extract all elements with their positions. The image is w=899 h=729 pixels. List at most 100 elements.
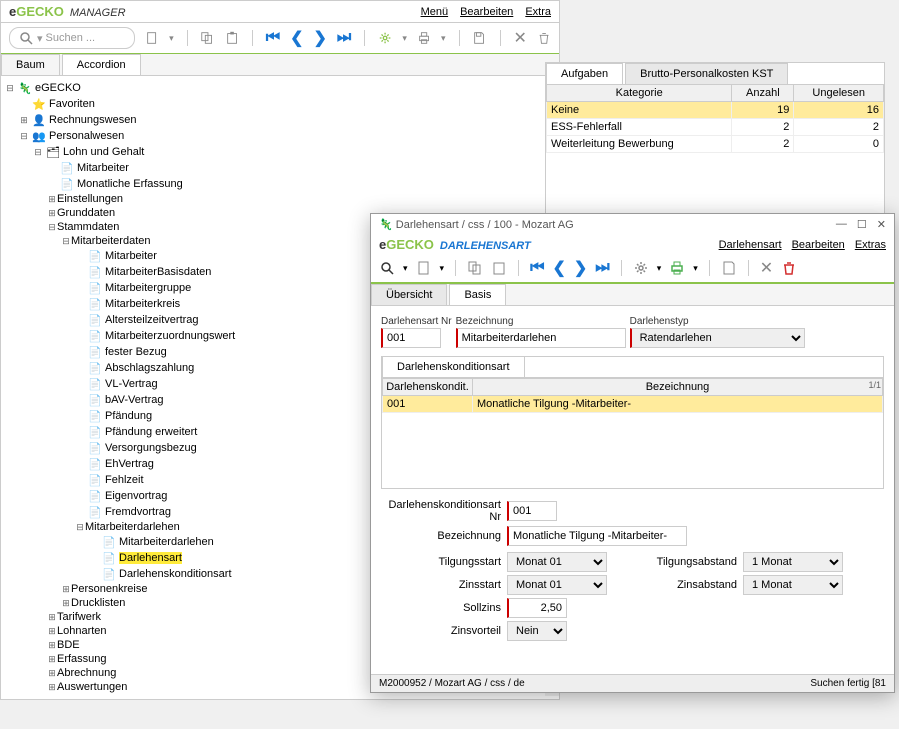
tree-node[interactable]: ⊟🗂Lohn und Gehalt	[5, 144, 555, 160]
print-icon[interactable]	[417, 30, 431, 46]
menu-item[interactable]: Bearbeiten	[460, 6, 513, 18]
field-label: Zinsstart	[381, 579, 501, 591]
print-icon[interactable]	[669, 260, 685, 276]
search-icon	[18, 30, 34, 46]
col-header[interactable]: Kategorie	[547, 85, 732, 102]
tree-node[interactable]: ⊞Einstellungen	[5, 192, 555, 206]
save-icon[interactable]	[721, 260, 737, 276]
bezeichnung-input[interactable]	[456, 328, 626, 348]
new-document-icon[interactable]	[416, 260, 432, 276]
nav-prev-icon[interactable]: ❮	[290, 28, 303, 48]
tab-uebersicht[interactable]: Übersicht	[371, 284, 447, 305]
tab-brutto[interactable]: Brutto-Personalkosten KST	[625, 63, 788, 84]
table-row[interactable]: ESS-Fehlerfall22	[547, 119, 884, 136]
doc-icon: 📄	[88, 441, 102, 455]
table-row[interactable]: Keine1916	[547, 102, 884, 119]
doc-icon: 📄	[102, 567, 116, 581]
tilgungsabstand-select[interactable]: 1 Monat	[743, 552, 843, 572]
tree-node[interactable]: 📄Mitarbeiter	[5, 160, 555, 176]
zinsabstand-select[interactable]: 1 Monat	[743, 575, 843, 595]
search-icon[interactable]	[379, 260, 395, 276]
tab-accordion[interactable]: Accordion	[62, 54, 141, 75]
zinsstart-select[interactable]: Monat 01	[507, 575, 607, 595]
col-header[interactable]: Anzahl	[732, 85, 794, 102]
col-header[interactable]: Bezeichnung	[473, 379, 883, 396]
delete-icon[interactable]	[537, 30, 551, 46]
field-label: Darlehenskonditionsart Nr	[381, 499, 501, 523]
main-tabs: Baum Accordion	[1, 54, 559, 76]
sollzins-input[interactable]	[507, 598, 567, 618]
star-icon: ⭐	[32, 97, 46, 111]
tree-node[interactable]: ⭐Favoriten	[5, 96, 555, 112]
zinsvorteil-select[interactable]: Nein	[507, 621, 567, 641]
darlehensart-nr-input[interactable]	[381, 328, 441, 348]
cancel-icon[interactable]: ✕	[514, 28, 527, 48]
menu-item[interactable]: Menü	[421, 6, 449, 18]
delete-icon[interactable]	[781, 260, 797, 276]
search-input[interactable]: ▾ Suchen ...	[9, 27, 135, 49]
darlehenstyp-select[interactable]: Ratendarlehen	[630, 328, 805, 348]
tasks-table: KategorieAnzahlUngelesen Keine1916 ESS-F…	[546, 84, 884, 153]
inner-tab[interactable]: Darlehenskonditionsart	[382, 357, 525, 377]
tilgungsstart-select[interactable]: Monat 01	[507, 552, 607, 572]
field-label: Tilgungsabstand	[647, 556, 737, 568]
minimize-icon[interactable]: —	[836, 218, 847, 231]
table-row[interactable]: 001Monatliche Tilgung -Mitarbeiter-	[383, 396, 883, 413]
doc-icon: 📄	[88, 377, 102, 391]
nav-prev-icon[interactable]: ❮	[552, 258, 565, 278]
tab-aufgaben[interactable]: Aufgaben	[546, 63, 623, 84]
menu-item[interactable]: Extra	[525, 6, 551, 18]
col-header[interactable]: Ungelesen	[794, 85, 884, 102]
doc-icon: 📄	[88, 361, 102, 375]
field-label: Darlehenstyp	[630, 316, 805, 327]
menu-item[interactable]: Darlehensart	[719, 239, 782, 251]
sub-toolbar: ▾ ▾ ⏮ ❮ ❯ ⏭ ▾ ▾ ✕	[371, 254, 894, 284]
save-icon[interactable]	[472, 30, 486, 46]
field-label: Darlehensart Nr	[381, 316, 452, 327]
nav-first-icon[interactable]: ⏮	[266, 29, 280, 47]
gear-icon[interactable]	[378, 30, 392, 46]
tree-node[interactable]: ⊟👥Personalwesen	[5, 128, 555, 144]
menu-item[interactable]: Bearbeiten	[792, 239, 845, 251]
paste-icon[interactable]	[225, 30, 239, 46]
nav-next-icon[interactable]: ❯	[314, 28, 327, 48]
paste-icon[interactable]	[491, 260, 507, 276]
close-icon[interactable]: ✕	[877, 218, 886, 231]
tree-node[interactable]: ⊟🦎eGECKO	[5, 80, 555, 96]
field-label: Bezeichnung	[456, 316, 626, 327]
table-row[interactable]: Weiterleitung Bewerbung20	[547, 136, 884, 153]
doc-icon: 📄	[88, 489, 102, 503]
nav-last-icon[interactable]: ⏭	[337, 29, 351, 47]
nav-next-icon[interactable]: ❯	[574, 258, 587, 278]
sub-logo: eGECKODARLEHENSART	[379, 237, 531, 252]
nav-last-icon[interactable]: ⏭	[595, 259, 609, 277]
new-document-icon[interactable]	[145, 30, 159, 46]
people-icon: 👥	[32, 129, 46, 143]
kond-bez-input[interactable]	[507, 526, 687, 546]
copy-icon[interactable]	[200, 30, 214, 46]
tasks-panel: Aufgaben Brutto-Personalkosten KST Kateg…	[545, 62, 885, 229]
kondnr-input[interactable]	[507, 501, 557, 521]
page-indicator: 1/1	[868, 380, 881, 390]
cancel-icon[interactable]: ✕	[760, 258, 773, 278]
gecko-icon: 🦎	[379, 219, 393, 231]
darlehensart-window: 🦎 Darlehensart / css / 100 - Mozart AG —…	[370, 213, 895, 693]
tab-basis[interactable]: Basis	[449, 284, 506, 305]
gear-icon[interactable]	[633, 260, 649, 276]
doc-icon: 📄	[88, 473, 102, 487]
doc-icon: 📄	[88, 313, 102, 327]
copy-icon[interactable]	[467, 260, 483, 276]
menu-item[interactable]: Extras	[855, 239, 886, 251]
tree-node[interactable]: 📄Monatliche Erfassung	[5, 176, 555, 192]
sub-titlebar[interactable]: 🦎 Darlehensart / css / 100 - Mozart AG —…	[371, 214, 894, 235]
field-label: Bezeichnung	[381, 530, 501, 542]
status-right: Suchen fertig [81	[810, 678, 886, 689]
tab-baum[interactable]: Baum	[1, 54, 60, 75]
col-header[interactable]: Darlehenskondit.	[383, 379, 473, 396]
nav-first-icon[interactable]: ⏮	[530, 259, 544, 277]
folder-icon: 🗂	[46, 145, 60, 159]
statusbar: M2000952 / Mozart AG / css / de Suchen f…	[371, 674, 894, 692]
tree-node[interactable]: ⊞Nachweise	[5, 694, 555, 696]
maximize-icon[interactable]: ☐	[857, 218, 867, 231]
tree-node[interactable]: ⊞👤Rechnungswesen	[5, 112, 555, 128]
